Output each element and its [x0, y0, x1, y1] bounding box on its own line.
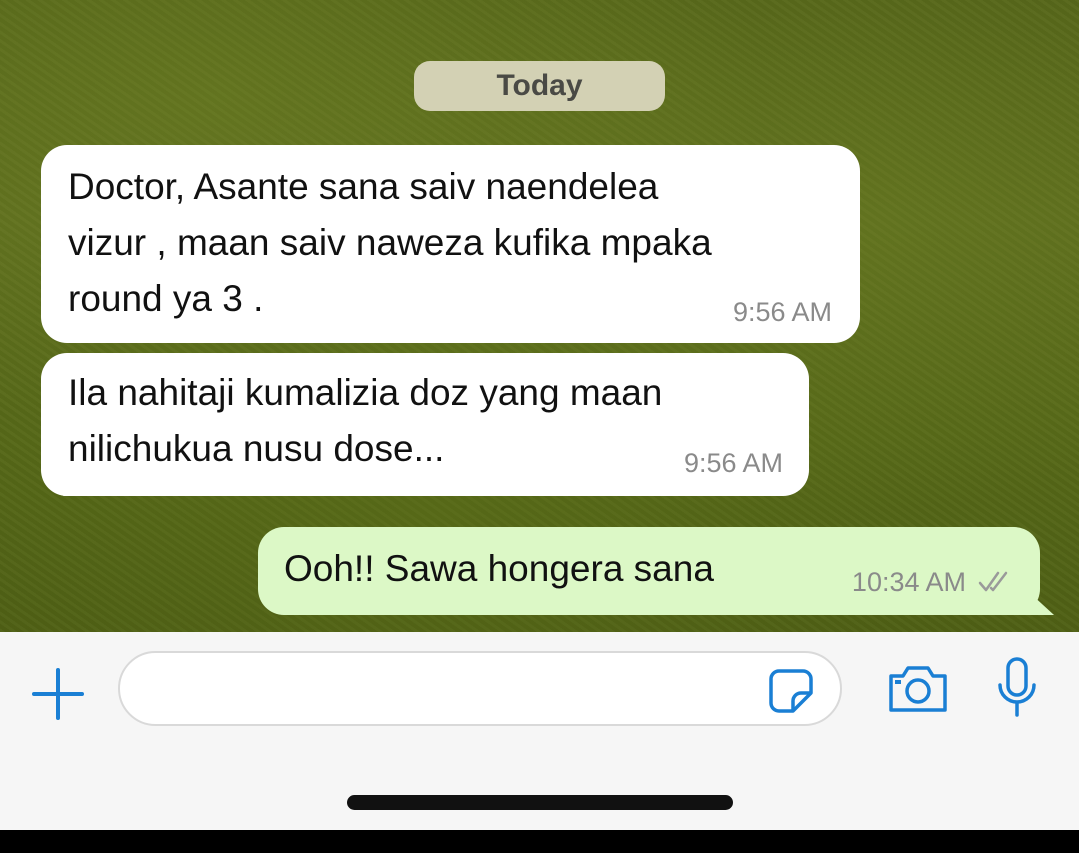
plus-icon[interactable] [30, 666, 86, 722]
incoming-message-bubble[interactable]: Ila nahitaji kumalizia doz yang maan nil… [41, 353, 809, 496]
message-input[interactable] [118, 651, 842, 726]
bubble-tail [63, 476, 103, 496]
bottom-border [0, 830, 1079, 853]
chat-screen: Today Doctor, Asante sana saiv naendelea… [0, 0, 1079, 830]
outgoing-message-bubble[interactable]: Ooh!! Sawa hongera sana 10:34 AM [258, 527, 1054, 615]
double-check-icon [978, 571, 1008, 592]
microphone-icon[interactable] [994, 655, 1040, 721]
sticker-icon[interactable] [765, 665, 817, 717]
message-text: Ila nahitaji kumalizia doz yang maan nil… [68, 372, 663, 469]
message-timestamp: 9:56 AM [683, 448, 783, 478]
message-text-field[interactable] [144, 667, 748, 713]
message-text: Doctor, Asante sana saiv naendelea vizur… [68, 166, 712, 319]
incoming-message-bubble[interactable]: Doctor, Asante sana saiv naendelea vizur… [41, 145, 860, 343]
message-timestamp: 10:34 AM [851, 567, 966, 597]
message-timestamp: 9:56 AM [732, 297, 832, 327]
home-indicator[interactable] [347, 795, 733, 810]
camera-icon[interactable] [885, 660, 951, 716]
date-separator: Today [414, 61, 665, 111]
